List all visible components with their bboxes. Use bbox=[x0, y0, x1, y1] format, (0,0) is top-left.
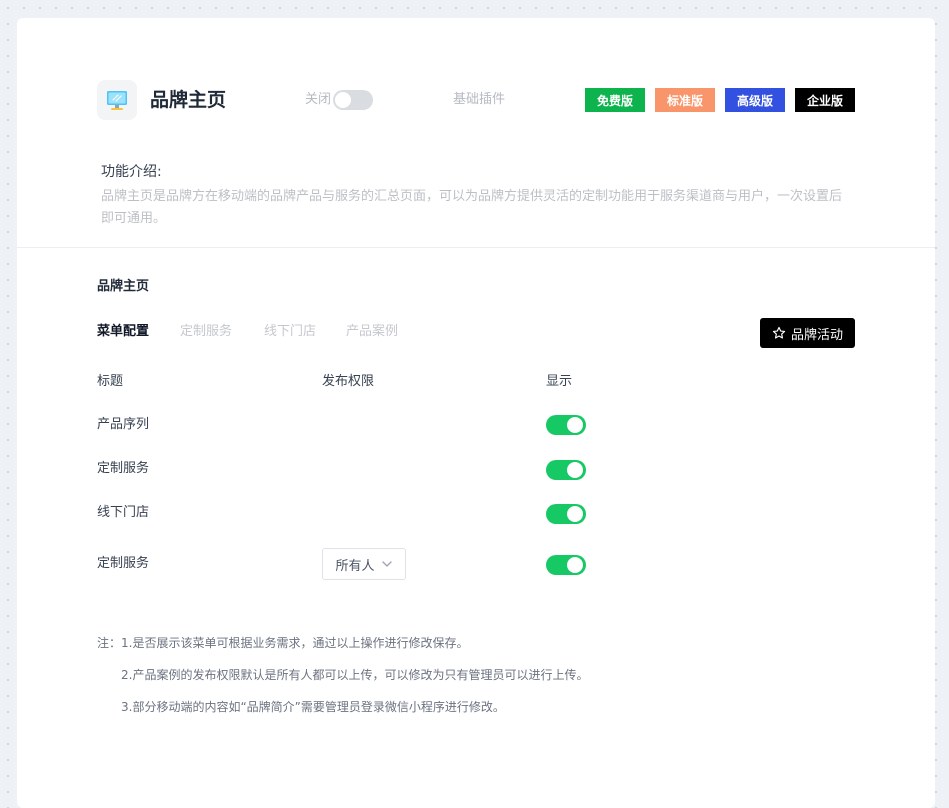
note-line-1: 注：1.是否展示该菜单可根据业务需求，通过以上操作进行修改保存。 bbox=[97, 636, 469, 650]
edition-badge-standard[interactable]: 标准版 bbox=[655, 88, 715, 112]
note-line-2: 2.产品案例的发布权限默认是所有人都可以上传，可以修改为只有管理员可以进行上传。 bbox=[121, 668, 589, 682]
tab-menu-config[interactable]: 菜单配置 bbox=[97, 322, 149, 342]
page-title: 品牌主页 bbox=[150, 89, 227, 111]
visibility-toggle[interactable] bbox=[546, 460, 586, 480]
chevron-down-icon bbox=[381, 561, 392, 567]
monitor-icon bbox=[107, 91, 127, 110]
plugin-enable-toggle[interactable]: 关闭 bbox=[305, 90, 374, 110]
column-header-permission: 发布权限 bbox=[322, 374, 375, 389]
row-title: 线下门店 bbox=[97, 505, 150, 520]
visibility-toggle[interactable] bbox=[546, 555, 586, 575]
toggle-knob bbox=[567, 417, 583, 433]
brand-activity-button[interactable]: 品牌活动 bbox=[760, 318, 855, 348]
column-header-visible: 显示 bbox=[546, 374, 573, 389]
note-line-3: 3.部分移动端的内容如“品牌简介”需要管理员登录微信小程序进行修改。 bbox=[121, 700, 505, 714]
section-title: 品牌主页 bbox=[97, 279, 150, 294]
section-divider bbox=[17, 247, 935, 248]
edition-badge-free[interactable]: 免费版 bbox=[585, 88, 645, 112]
tab-custom-service[interactable]: 定制服务 bbox=[180, 322, 232, 342]
column-header-title: 标题 bbox=[97, 374, 124, 389]
app-icon bbox=[97, 80, 137, 120]
toggle-knob bbox=[335, 92, 352, 108]
permission-select-value: 所有人 bbox=[335, 558, 375, 574]
edition-badge-enterprise[interactable]: 企业版 bbox=[795, 88, 855, 112]
row-title: 定制服务 bbox=[97, 556, 150, 571]
permission-select[interactable]: 所有人 bbox=[322, 548, 406, 580]
tab-offline-store[interactable]: 线下门店 bbox=[264, 322, 316, 342]
toggle-label: 关闭 bbox=[305, 92, 332, 107]
visibility-toggle[interactable] bbox=[546, 415, 586, 435]
main-card: 品牌主页 关闭 基础插件 免费版 标准版 高级版 企业版 功能介绍: 品牌主页是… bbox=[17, 18, 935, 808]
toggle-knob bbox=[567, 557, 583, 573]
plugin-type-label: 基础插件 bbox=[453, 92, 506, 107]
brand-activity-label: 品牌活动 bbox=[790, 327, 843, 343]
toggle-knob bbox=[567, 506, 583, 522]
visibility-toggle[interactable] bbox=[546, 504, 586, 524]
toggle-knob bbox=[567, 462, 583, 478]
star-icon bbox=[772, 326, 786, 339]
intro-text: 品牌主页是品牌方在移动端的品牌产品与服务的汇总页面，可以为品牌方提供灵活的定制功… bbox=[101, 189, 843, 226]
edition-badge-advanced[interactable]: 高级版 bbox=[725, 88, 785, 112]
row-title: 产品序列 bbox=[97, 417, 150, 432]
toggle-switch[interactable] bbox=[333, 90, 374, 110]
intro-heading: 功能介绍: bbox=[101, 164, 162, 180]
row-title: 定制服务 bbox=[97, 461, 150, 476]
tab-product-case[interactable]: 产品案例 bbox=[346, 322, 398, 342]
